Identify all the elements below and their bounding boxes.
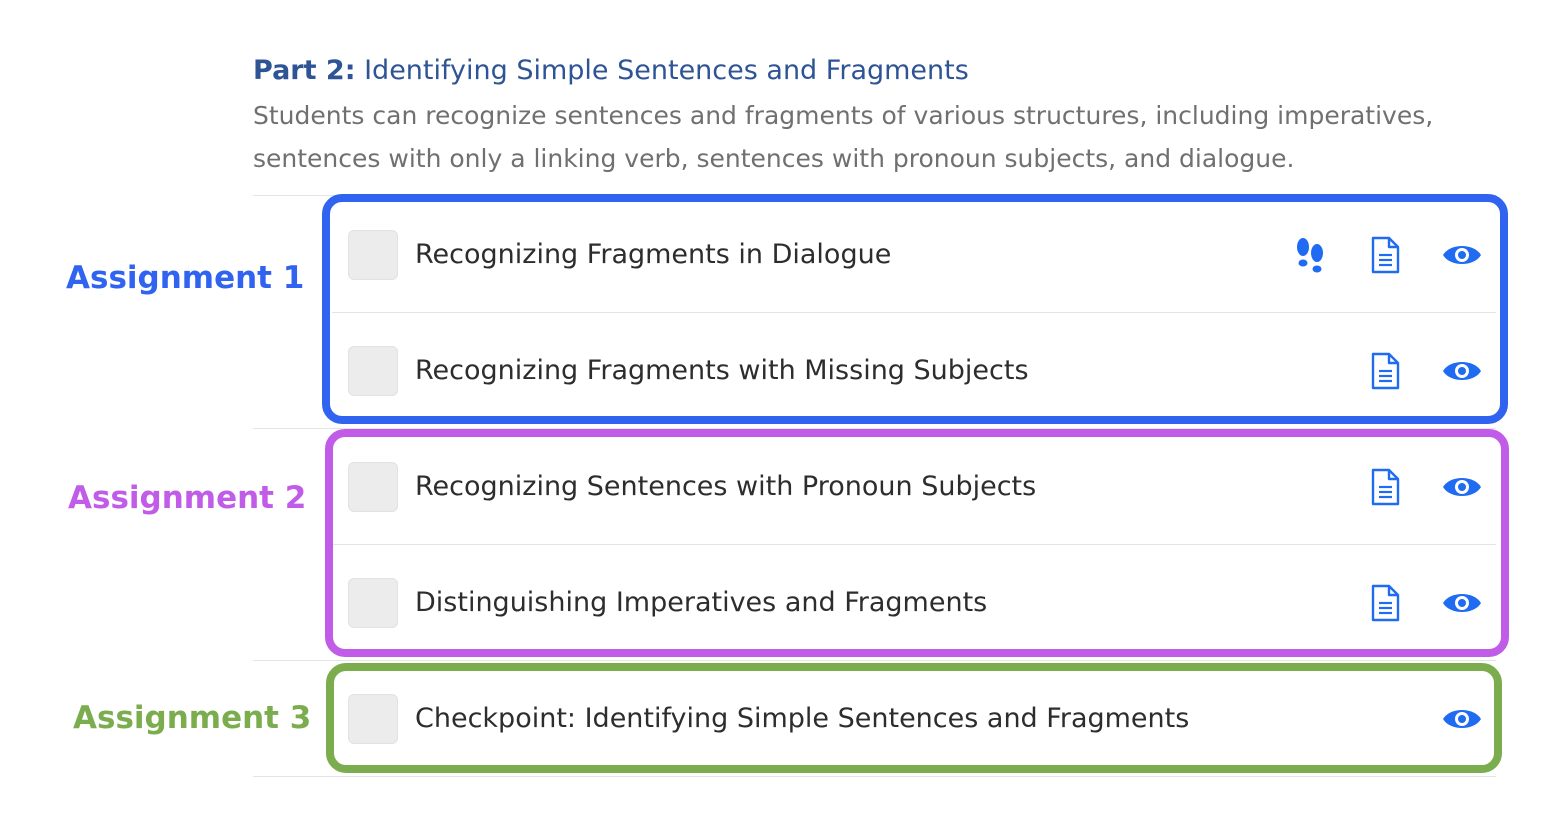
section-title-text: Identifying Simple Sentences and Fragmen… — [364, 55, 969, 86]
assignment-3-label: Assignment 3 — [73, 700, 312, 736]
section-description: Students can recognize sentences and fra… — [253, 101, 1434, 173]
assignment-2-label: Assignment 2 — [68, 480, 307, 516]
assignment-2-outline — [325, 429, 1509, 657]
page: Part 2: Identifying Simple Sentences and… — [0, 0, 1542, 820]
section-title-prefix: Part 2: — [253, 55, 356, 86]
assignment-1-outline — [322, 194, 1508, 424]
assignment-1-label: Assignment 1 — [66, 260, 305, 296]
assignment-3-outline — [326, 663, 1502, 773]
section-header: Part 2: Identifying Simple Sentences and… — [253, 52, 1503, 180]
section-title: Part 2: Identifying Simple Sentences and… — [253, 52, 1503, 90]
